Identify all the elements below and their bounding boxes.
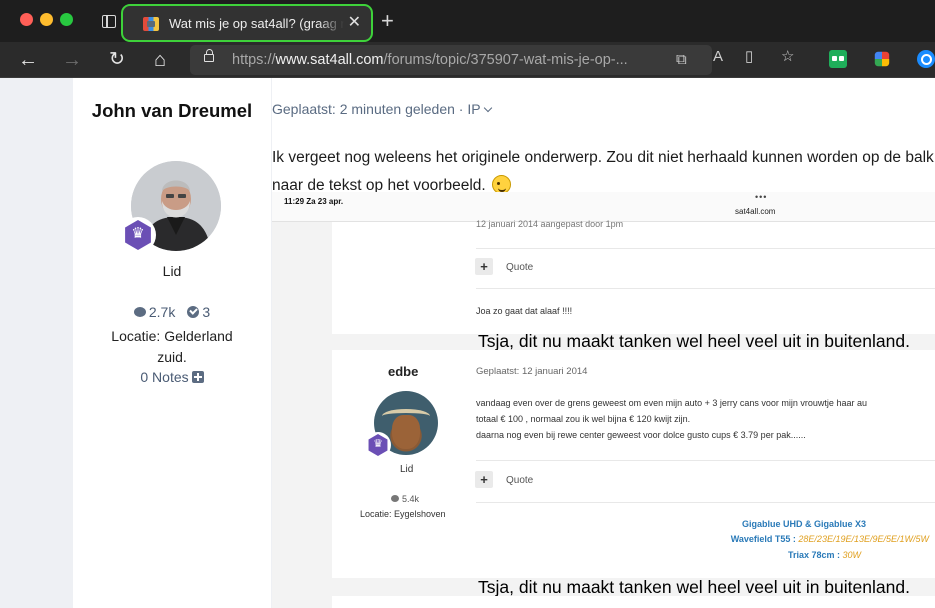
new-tab-button[interactable]: + [381,9,394,33]
signature-label: Wavefield T55 : [730,534,796,544]
divider [476,502,935,503]
signature-value: 28E/23E/19E/13E/9E/5E/1W/5W [798,534,929,544]
screenshot-body-line: daarna nog even bij rewe center geweest … [476,430,806,440]
screenshot-comment: Joa zo gaat dat alaaf !!!! [476,306,573,316]
screenshot-post-count-value: 5.4k [402,494,420,504]
sat4all-favicon-icon [143,17,159,31]
post-timestamp-text[interactable]: Geplaatst: 2 minuten geleden · IP [272,101,481,117]
home-icon[interactable]: ⌂ [147,47,173,73]
crown-icon [125,220,151,250]
screenshot-rank-badge [365,432,391,458]
divider [476,248,935,249]
url-path: /forums/topic/375907-wat-mis-je-op-... [383,52,628,68]
signature-value: 30W [842,550,861,560]
post-timestamp[interactable]: Geplaatst: 2 minuten geleden · IP [272,101,492,117]
screenshot-time: 11:29 Za 23 apr. [284,197,344,206]
signature-label: Triax 78cm : [787,550,840,560]
refresh-icon[interactable]: ↻ [104,47,130,73]
screenshot-big-quote: Tsja, dit nu maakt tanken wel heel veel … [478,331,910,351]
browser-toolbar: ← → ↻ ⌂ https://www.sat4all.com/forums/t… [0,42,935,78]
embedded-screenshot[interactable]: 11:29 Za 23 apr. ••• sat4all.com 12 janu… [272,192,935,608]
screenshot-location: Locatie: Eygelshoven [360,509,446,519]
url-text[interactable]: https://www.sat4all.com/forums/topic/375… [232,52,628,68]
plus-square-icon[interactable] [191,371,204,383]
lock-icon[interactable] [204,49,214,62]
post-count: 2.7k [148,304,176,320]
address-bar[interactable]: https://www.sat4all.com/forums/topic/375… [190,45,712,75]
screenshot-post-count: 5.4k [391,494,419,504]
divider [476,460,935,461]
browser-titlebar: Wat mis je op sat4all? (graag niet ✕ + [0,0,935,42]
author-stats: 2.7k 3 [73,304,271,320]
screenshot-body-line: vandaag even over de grens geweest om ev… [476,398,867,408]
url-host: www.sat4all.com [275,52,384,68]
favorite-star-icon[interactable]: ☆ [781,48,794,66]
screenshot-signature-line: Wavefield T55 : 28E/23E/19E/13E/9E/5E/1W… [731,534,929,544]
screenshot-post-card [332,596,935,608]
screenshot-post-date: Geplaatst: 12 januari 2014 [476,366,588,377]
check-circle-icon [187,306,200,318]
zoom-window-button[interactable] [60,13,73,26]
forward-arrow-icon[interactable]: → [59,47,85,73]
screenshot-quote-label: Quote [506,475,534,486]
active-tab[interactable]: Wat mis je op sat4all? (graag niet ✕ [121,4,373,42]
back-arrow-icon[interactable]: ← [15,47,41,73]
open-in-app-icon[interactable]: ⧉ [676,51,687,69]
tab-close-icon[interactable]: ✕ [348,14,361,32]
screenshot-host: sat4all.com [735,207,776,216]
sidebar-toggle-icon[interactable] [102,15,116,28]
rank-badge [120,217,156,253]
post-body: Ik vergeet nog weleens het originele ond… [272,145,935,199]
divider [476,288,935,289]
crown-icon [368,434,388,456]
immersive-reader-icon[interactable]: ▯ [745,48,753,66]
screenshot-username: edbe [388,364,419,379]
extension-colorful-icon[interactable] [874,51,890,67]
screenshot-plus-icon: + [475,471,493,488]
screenshot-post-card: Geplaatst: 12 januari 2014 vandaag even … [332,350,935,578]
screenshot-body-line: totaal € 100 , normaal zou ik wel bijna … [476,414,691,424]
extension-blue-icon[interactable] [917,50,935,68]
screenshot-rank: Lid [400,464,414,475]
screenshot-statusbar: 11:29 Za 23 apr. ••• sat4all.com [272,192,935,222]
screenshot-big-quote: Tsja, dit nu maakt tanken wel heel veel … [478,577,910,597]
post-body-line: Ik vergeet nog weleens het originele ond… [272,149,935,166]
solution-count: 3 [202,304,211,320]
screenshot-signature-line: Gigablue UHD & Gigablue X3 [741,519,866,529]
screenshot-quote-label: Quote [506,262,534,273]
author-rank: Lid [162,263,182,279]
screenshot-plus-icon: + [475,258,493,275]
extension-green-icon[interactable] [829,50,847,68]
close-window-button[interactable] [20,13,33,26]
screenshot-more-icon: ••• [755,192,768,202]
author-name[interactable]: John van Dreumel [73,99,271,122]
screenshot-edited-note: 12 januari 2014 aangepast door 1pm [476,219,624,229]
tab-title: Wat mis je op sat4all? (graag niet [169,16,344,31]
author-notes[interactable]: 0 Notes [73,369,271,385]
screenshot-post-card: 12 januari 2014 aangepast door 1pm + Quo… [332,219,935,334]
screenshot-signature-line: Triax 78cm : 30W [788,550,861,560]
notes-label[interactable]: 0 Notes [140,369,188,385]
minimize-window-button[interactable] [40,13,53,26]
author-location: Locatie: Gelderland zuid. [111,328,233,365]
comment-icon [391,495,399,502]
url-prefix: https:// [232,52,276,68]
chevron-down-icon[interactable] [483,103,492,113]
read-aloud-icon[interactable]: A [713,48,723,66]
comment-icon [133,307,146,317]
